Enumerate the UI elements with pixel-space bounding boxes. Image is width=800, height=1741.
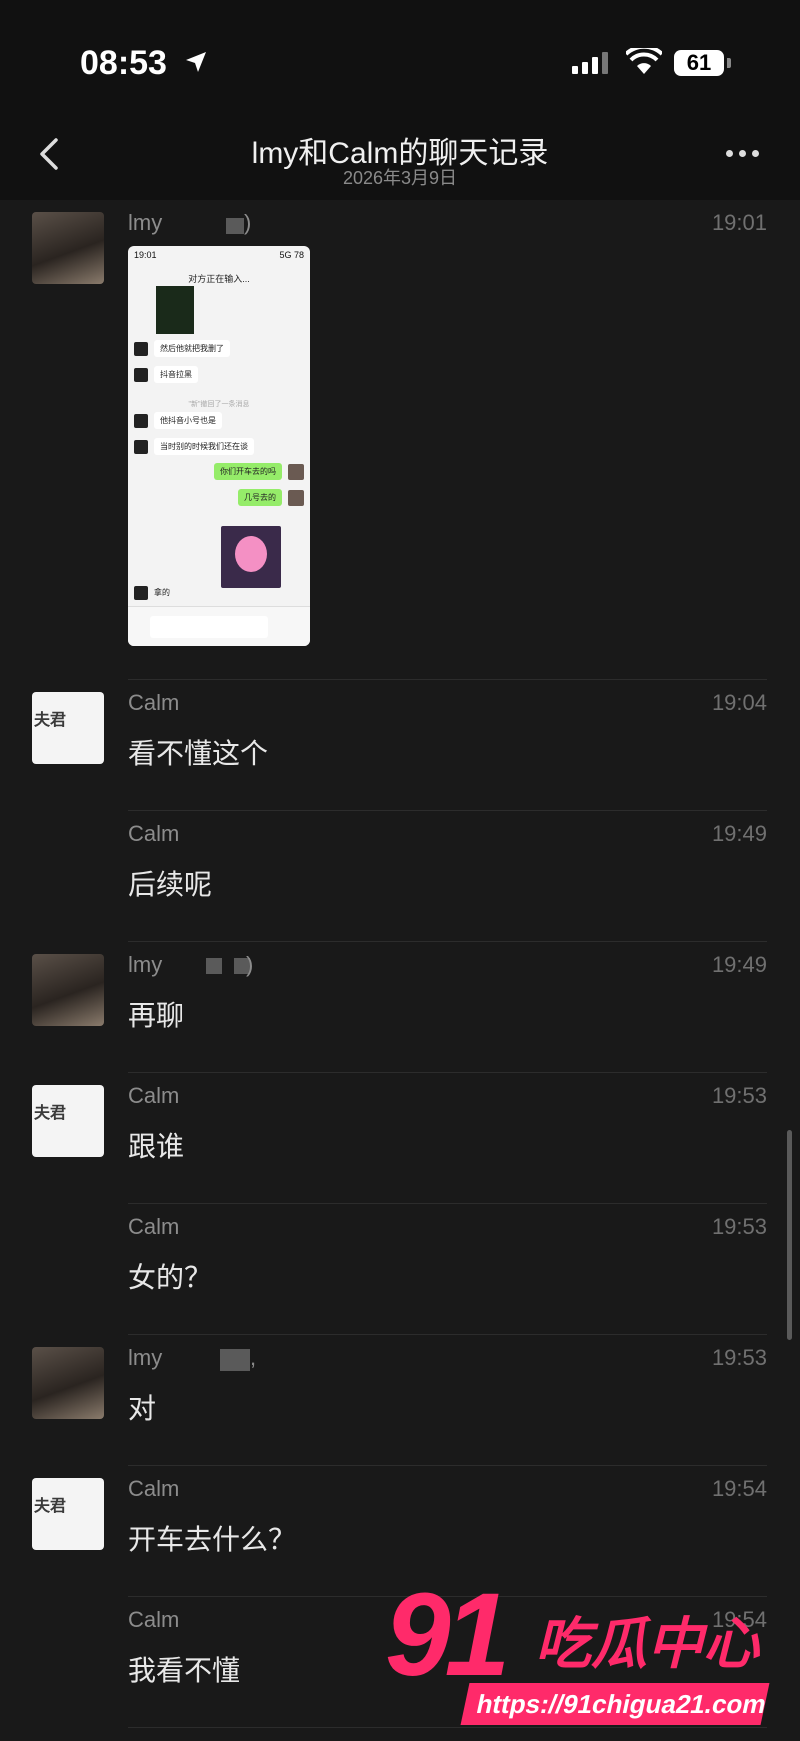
sender-name: Calm bbox=[128, 690, 180, 715]
avatar[interactable] bbox=[32, 212, 104, 284]
avatar[interactable]: 夫君 bbox=[32, 692, 104, 764]
list-item: lmy ) 19:01 19:01 5G 78 对方正在输入... 然后他就把我… bbox=[0, 200, 800, 680]
watermark: 91 吃瓜中心 https://91chigua21.com bbox=[385, 1569, 785, 1735]
sender-name: Calm bbox=[128, 1607, 180, 1632]
message-time: 19:54 bbox=[711, 1476, 767, 1501]
watermark-url: https://91chigua21.com bbox=[460, 1683, 770, 1725]
screenshot-qr-image bbox=[156, 286, 194, 334]
battery-icon: 61 bbox=[674, 50, 724, 76]
sender-name: Calm bbox=[128, 1214, 180, 1239]
redaction-mask bbox=[220, 1349, 250, 1371]
status-bar: 08:53 61 bbox=[0, 0, 800, 120]
sender-name: Calm bbox=[128, 821, 180, 846]
location-arrow-icon bbox=[186, 52, 206, 72]
message-text: 跟谁 bbox=[128, 1131, 185, 1162]
screenshot-input-bar bbox=[128, 606, 310, 646]
avatar[interactable]: 夫君 bbox=[32, 1478, 104, 1550]
redaction-mask bbox=[226, 218, 244, 234]
battery-tip bbox=[727, 58, 731, 68]
message-time: 19:49 bbox=[711, 952, 767, 977]
sender-suffix: ) bbox=[244, 210, 252, 235]
list-item: Calm 19:49 后续呢 bbox=[0, 811, 800, 942]
sender-name: lmy bbox=[128, 1345, 163, 1370]
message-time: 19:53 bbox=[711, 1214, 767, 1239]
avatar[interactable] bbox=[32, 954, 104, 1026]
message-text: 我看不懂 bbox=[128, 1655, 241, 1686]
sticker-image bbox=[221, 526, 281, 588]
avatar[interactable] bbox=[32, 1347, 104, 1419]
sender-name: lmy bbox=[128, 952, 163, 977]
list-item: 夫君 Calm 19:04 看不懂这个 bbox=[0, 680, 800, 811]
watermark-brand: 吃瓜中心 bbox=[535, 1612, 759, 1675]
screenshot-status: 19:01 5G 78 bbox=[134, 250, 304, 260]
page-subtitle: 2026年3月9日 bbox=[342, 168, 458, 188]
sender-suffix: ) bbox=[246, 952, 254, 977]
message-time: 19:53 bbox=[711, 1345, 767, 1370]
redaction-mask bbox=[206, 958, 222, 974]
message-text: 对 bbox=[128, 1393, 157, 1424]
list-item: lmy ) 19:49 再聊 bbox=[0, 942, 800, 1073]
screenshot-title: 对方正在输入... bbox=[188, 274, 250, 284]
message-time: 19:49 bbox=[711, 821, 767, 846]
sender-name: Calm bbox=[128, 1476, 180, 1501]
list-item: 夫君 Calm 19:53 跟谁 bbox=[0, 1073, 800, 1204]
message-time: 19:53 bbox=[711, 1083, 767, 1108]
message-time: 19:04 bbox=[711, 690, 767, 715]
list-item: Calm 19:53 女的？ bbox=[0, 1204, 800, 1335]
message-text: 后续呢 bbox=[128, 869, 213, 900]
sender-suffix: , bbox=[250, 1345, 257, 1370]
message-time: 19:01 bbox=[711, 210, 767, 235]
message-text: 女的？ bbox=[128, 1262, 213, 1293]
scrollbar[interactable] bbox=[787, 1130, 792, 1340]
avatar[interactable]: 夫君 bbox=[32, 1085, 104, 1157]
sender-name: lmy bbox=[128, 210, 163, 235]
nav-bar: lmy和Calm的聊天记录 2026年3月9日 bbox=[0, 120, 800, 200]
message-text: 看不懂这个 bbox=[128, 738, 269, 769]
image-message[interactable]: 19:01 5G 78 对方正在输入... 然后他就把我删了 抖音拉黑 "新"撤… bbox=[128, 246, 310, 646]
wifi-icon bbox=[626, 48, 662, 74]
message-text: 开车去什么？ bbox=[128, 1524, 297, 1555]
list-item: lmy , 19:53 对 bbox=[0, 1335, 800, 1466]
sender-name: Calm bbox=[128, 1083, 180, 1108]
more-icon[interactable] bbox=[726, 150, 759, 157]
status-time: 08:53 bbox=[80, 44, 167, 82]
message-text: 再聊 bbox=[128, 1000, 185, 1031]
chat-record-list[interactable]: lmy ) 19:01 19:01 5G 78 对方正在输入... 然后他就把我… bbox=[0, 200, 800, 1728]
signal-icon bbox=[572, 52, 608, 74]
screenshot-recall-note: "新"撤回了一条消息 bbox=[188, 401, 250, 408]
